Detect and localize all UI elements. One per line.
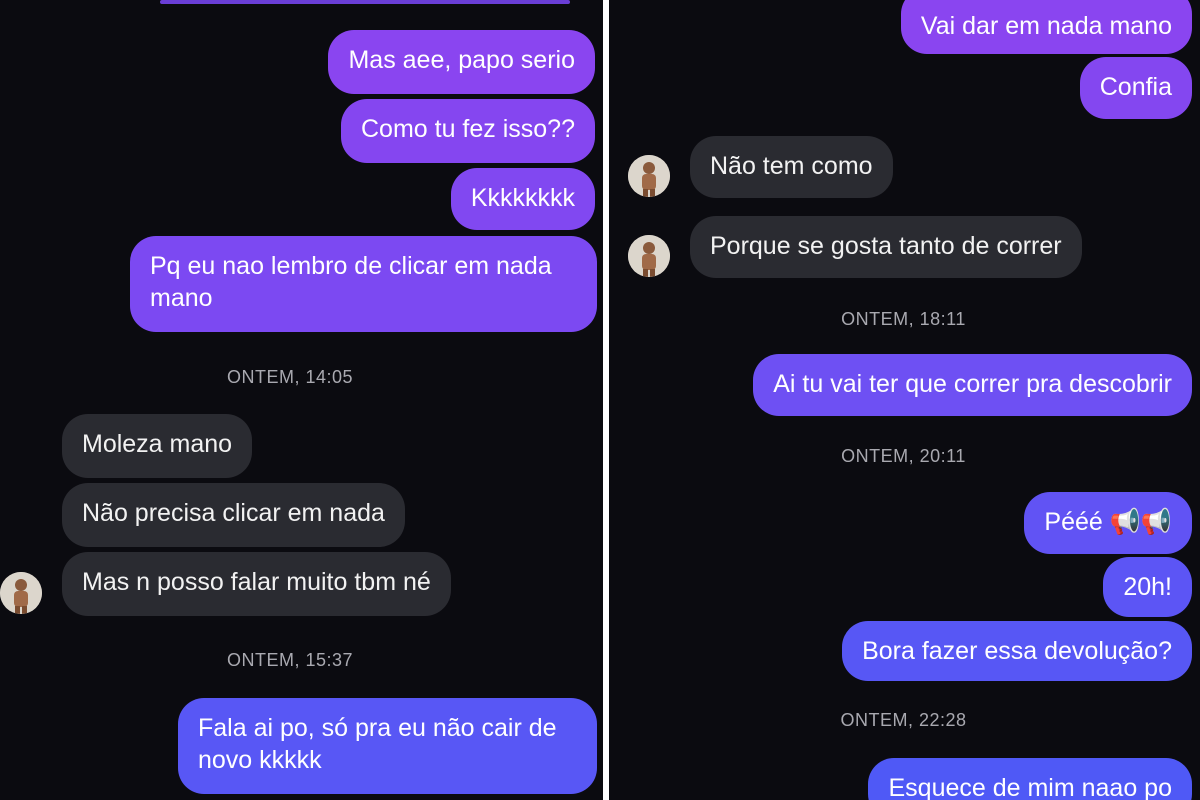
chat-panel-left[interactable]: Mas aee, papo serio Como tu fez isso?? K…	[0, 0, 603, 800]
message-sent[interactable]: 20h!	[1103, 557, 1192, 617]
scroll-indicator	[160, 0, 570, 4]
message-received[interactable]: Porque se gosta tanto de correr	[690, 216, 1082, 278]
timestamp: ONTEM, 14:05	[226, 367, 354, 387]
message-sent[interactable]: Pq eu nao lembro de clicar em nada mano	[130, 236, 597, 332]
avatar-icon	[0, 572, 42, 614]
avatar[interactable]	[628, 235, 670, 277]
message-sent[interactable]: Kkkkkkkk	[450, 168, 595, 230]
message-sent[interactable]: Mas aee, papo serio	[328, 30, 595, 94]
avatar[interactable]	[628, 155, 670, 197]
timestamp: ONTEM, 20:11	[841, 446, 966, 466]
avatar-icon	[628, 235, 670, 277]
message-sent[interactable]: Vai dar em nada mano	[900, 0, 1192, 54]
timestamp: ONTEM, 22:28	[840, 710, 967, 730]
message-received[interactable]: Não tem como	[690, 136, 893, 198]
message-sent[interactable]: Bora fazer essa devolução?	[842, 621, 1192, 681]
message-received[interactable]: Não precisa clicar em nada	[62, 483, 405, 547]
message-sent[interactable]: Ai tu vai ter que correr pra descobrir	[753, 354, 1192, 416]
timestamp: ONTEM, 15:37	[226, 650, 354, 670]
chat-panel-right[interactable]: Vai dar em nada mano Confia Não tem como…	[609, 0, 1200, 800]
avatar[interactable]	[0, 572, 42, 614]
message-sent[interactable]: Pééé 📢📢	[1024, 492, 1192, 554]
message-sent[interactable]: Esquece de mim naao po	[868, 758, 1192, 800]
timestamp: ONTEM, 18:11	[841, 309, 966, 329]
message-sent[interactable]: Como tu fez isso??	[341, 99, 595, 163]
message-received[interactable]: Mas n posso falar muito tbm né	[62, 552, 451, 616]
message-sent[interactable]: Confia	[1079, 57, 1192, 119]
avatar-icon	[628, 155, 670, 197]
message-sent[interactable]: Fala ai po, só pra eu não cair de novo k…	[178, 698, 597, 794]
message-received[interactable]: Moleza mano	[62, 414, 253, 478]
